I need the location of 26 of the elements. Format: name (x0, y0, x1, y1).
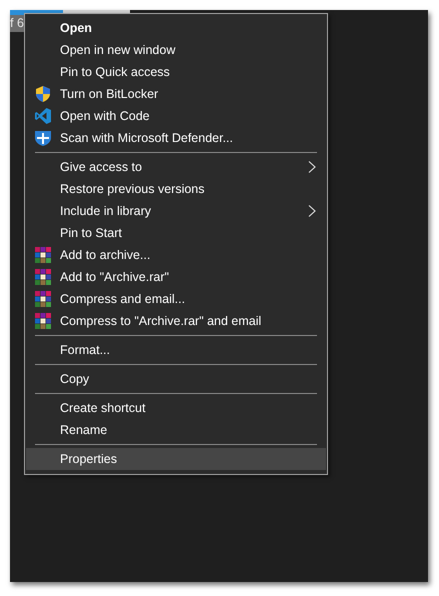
shield-icon (36, 86, 50, 102)
archive-icon (35, 269, 51, 285)
code-editor-icon (35, 108, 51, 124)
menu-item[interactable]: Include in library (26, 200, 326, 222)
menu-item[interactable]: Properties (26, 448, 326, 470)
menu-item[interactable]: Create shortcut (26, 397, 326, 419)
menu-item[interactable]: Scan with Microsoft Defender... (26, 127, 326, 149)
menu-item[interactable]: Give access to (26, 156, 326, 178)
shield-icon (35, 130, 51, 146)
menu-item[interactable]: Add to archive... (26, 244, 326, 266)
menu-item[interactable]: Open in new window (26, 39, 326, 61)
menu-item[interactable]: Copy (26, 368, 326, 390)
archive-icon (35, 313, 51, 329)
menu-item[interactable]: Turn on BitLocker (26, 83, 326, 105)
archive-icon (35, 291, 51, 307)
menu-item[interactable]: Compress and email... (26, 288, 326, 310)
menu-item[interactable]: Rename (26, 419, 326, 441)
menu-item[interactable]: Compress to "Archive.rar" and email (26, 310, 326, 332)
menu-item[interactable]: Restore previous versions (26, 178, 326, 200)
menu-item[interactable]: Add to "Archive.rar" (26, 266, 326, 288)
menu-item[interactable]: Format... (26, 339, 326, 361)
menu-item[interactable]: Pin to Quick access (26, 61, 326, 83)
menu-item[interactable]: Open with Code (26, 105, 326, 127)
archive-icon (35, 247, 51, 263)
menu-item[interactable]: Open (26, 17, 326, 39)
menu-item[interactable]: Pin to Start (26, 222, 326, 244)
